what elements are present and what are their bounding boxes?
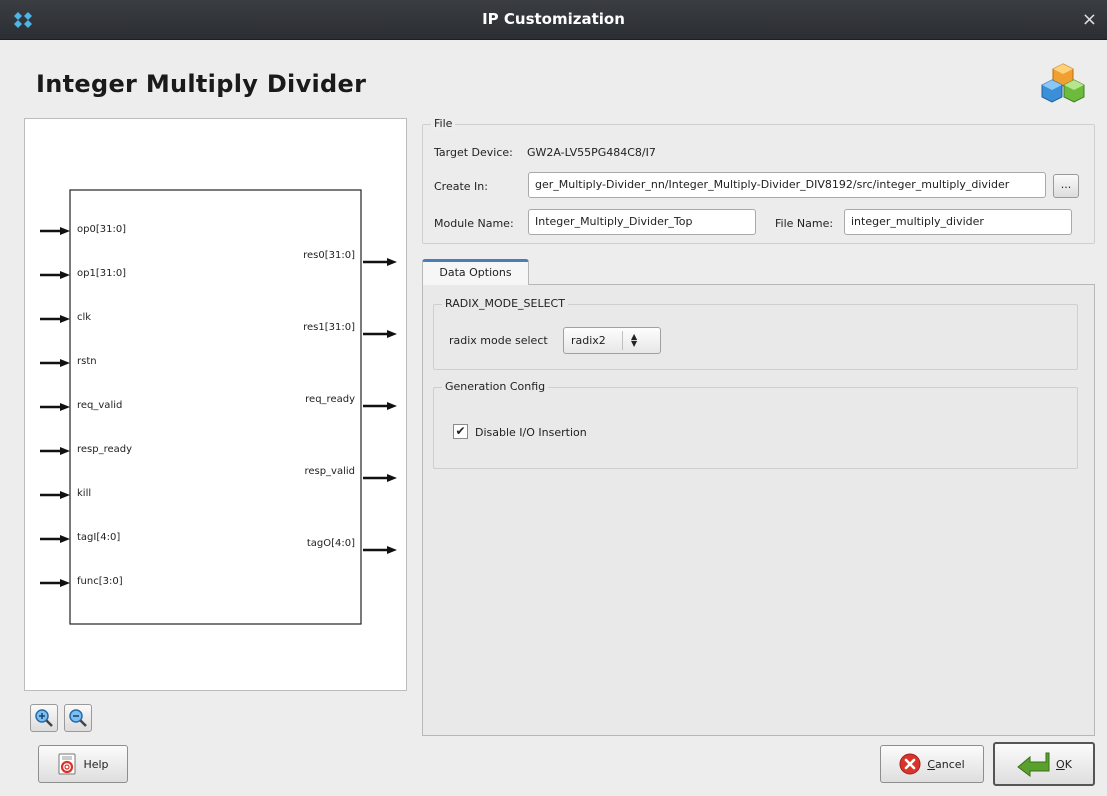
arrow-right-icon [387,402,397,410]
output-port-label: res0[31:0] [303,250,355,261]
output-port-label: tagO[4:0] [307,538,355,549]
file-group-label: File [431,117,456,130]
input-port-label: req_valid [77,400,122,411]
input-port: func[3:0] [40,576,123,587]
zoom-out-button[interactable] [64,704,92,732]
arrow-right-icon [387,258,397,266]
help-button[interactable]: Help [38,745,128,783]
arrow-right-icon [387,546,397,554]
file-name-field[interactable]: integer_multiply_divider [844,209,1072,235]
module-name-field[interactable]: Integer_Multiply_Divider_Top [528,209,756,235]
arrow-right-icon [60,227,70,235]
arrow-right-icon [387,330,397,338]
cubes-icon [1041,63,1085,103]
input-port-label: op1[31:0] [77,268,126,279]
symbol-preview: op0[31:0] op1[31:0] clk rstn req_valid resp_r… [24,118,407,691]
input-port-label: func[3:0] [77,576,123,587]
arrow-right-icon [60,447,70,455]
arrow-right-icon [60,535,70,543]
radix-mode-label: radix mode select [449,334,548,347]
arrow-right-icon [60,579,70,587]
create-in-field[interactable]: ger_Multiply-Divider_nn/Integer_Multiply… [528,172,1046,198]
arrow-right-icon [387,474,397,482]
input-port-label: op0[31:0] [77,224,126,235]
input-port: req_valid [40,400,122,411]
module-symbol: op0[31:0] op1[31:0] clk rstn req_valid resp_r… [40,189,397,625]
select-divider [622,331,623,350]
generation-group-label: Generation Config [442,380,549,393]
input-port: tagI[4:0] [40,532,120,543]
disable-io-checkbox[interactable]: ✔ [453,424,468,439]
close-icon[interactable]: × [1082,10,1097,30]
ok-arrow-icon [1017,752,1050,777]
browse-button[interactable]: ... [1053,174,1079,198]
input-port: op1[31:0] [40,268,126,279]
output-port-label: res1[31:0] [303,322,355,333]
page-title: Integer Multiply Divider [36,70,367,98]
ok-label: OK [1056,757,1072,771]
output-port-label: req_ready [305,394,355,405]
file-name-label: File Name: [775,217,834,230]
output-port-label: resp_valid [304,466,355,477]
arrow-right-icon [60,491,70,499]
spinner-arrows-icon: ▲ ▼ [631,332,638,348]
radix-mode-value: radix2 [571,334,606,347]
radix-mode-select[interactable]: radix2 ▲ ▼ [563,327,661,354]
input-port: kill [40,488,91,499]
cancel-label: Cancel [927,757,965,771]
cancel-icon [899,753,921,775]
input-port-label: resp_ready [77,444,132,455]
input-port: op0[31:0] [40,224,126,235]
input-port: clk [40,312,91,323]
arrow-right-icon [60,403,70,411]
input-port: rstn [40,356,97,367]
zoom-in-icon [35,709,53,727]
target-device-value: GW2A-LV55PG484C8/I7 [527,146,656,159]
zoom-in-button[interactable] [30,704,58,732]
arrow-right-icon [60,271,70,279]
target-device-label: Target Device: [434,146,513,159]
help-icon [58,753,76,775]
create-in-label: Create In: [434,180,488,193]
arrow-right-icon [60,359,70,367]
cancel-button[interactable]: Cancel [880,745,984,783]
input-port-label: tagI[4:0] [77,532,120,543]
input-port: resp_ready [40,444,132,455]
help-label: Help [83,757,109,771]
input-port-label: rstn [77,356,97,367]
input-port-label: clk [77,312,91,323]
arrow-right-icon [60,315,70,323]
radix-group-label: RADIX_MODE_SELECT [442,297,568,310]
module-name-label: Module Name: [434,217,514,230]
ok-button[interactable]: OK [993,742,1095,786]
input-port-label: kill [77,488,91,499]
title-bar: IP Customization × [0,0,1107,40]
tab-data-options[interactable]: Data Options [422,259,529,285]
window-title: IP Customization [482,10,625,28]
disable-io-label: Disable I/O Insertion [475,426,587,439]
zoom-out-icon [69,709,87,727]
